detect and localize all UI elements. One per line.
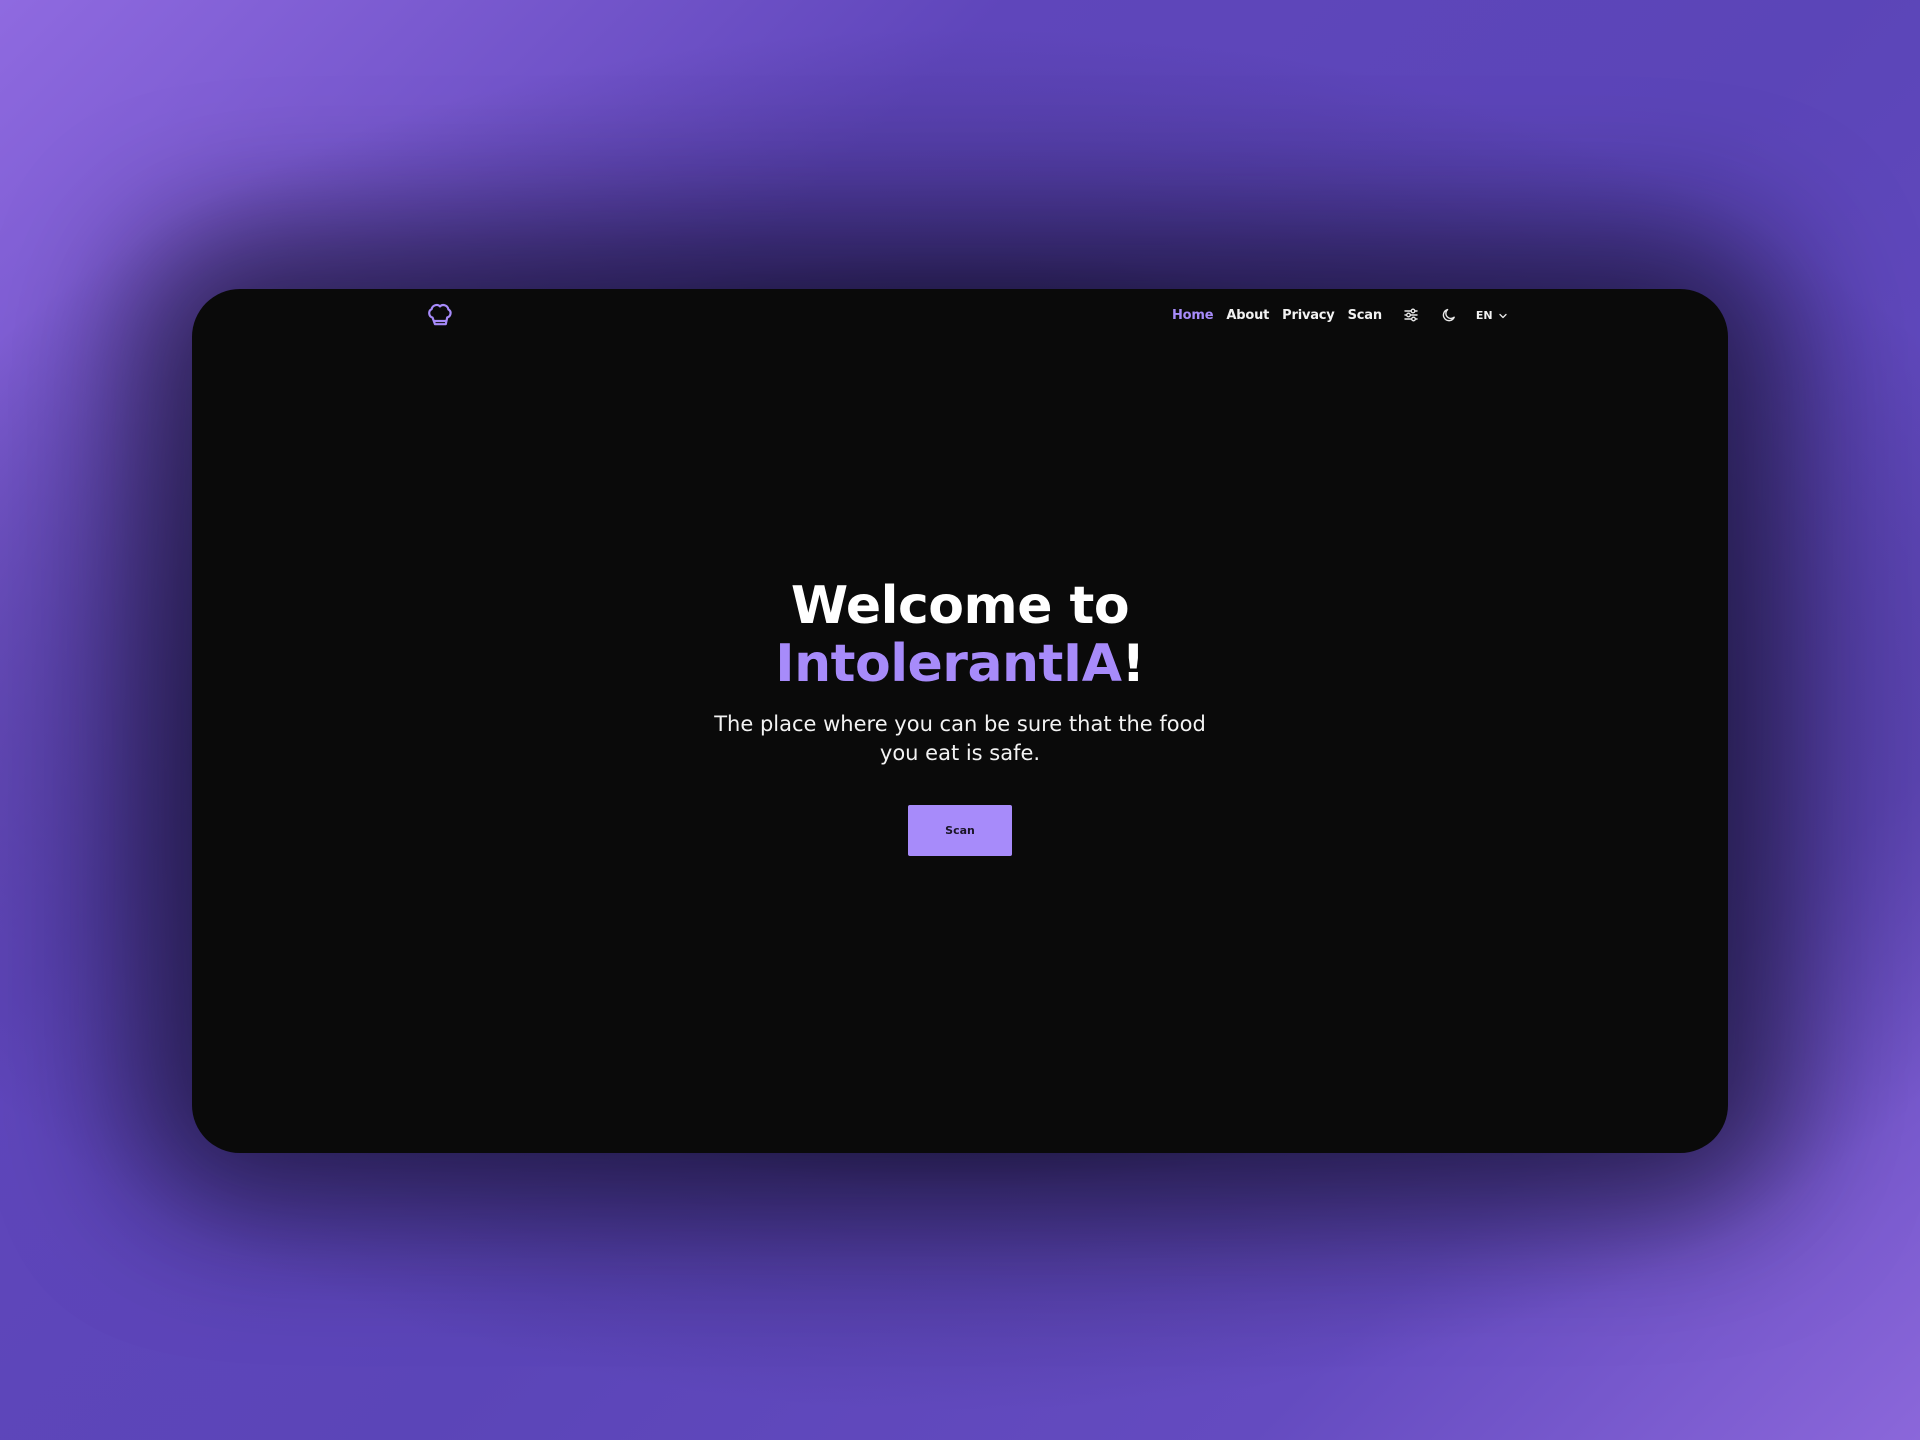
hero-title: Welcome to IntolerantIA! — [192, 577, 1728, 693]
hero-title-line1: Welcome to — [790, 576, 1130, 636]
navbar: Home About Privacy Scan EN — [192, 289, 1728, 343]
sliders-icon[interactable] — [1401, 305, 1421, 325]
hero-subtitle: The place where you can be sure that the… — [714, 712, 1206, 765]
chef-hat-icon[interactable] — [425, 300, 455, 330]
app-window: Home About Privacy Scan EN Welcome to In… — [192, 289, 1728, 1153]
hero-exclamation: ! — [1121, 634, 1146, 694]
brand-name: IntolerantIA — [775, 634, 1122, 694]
moon-icon[interactable] — [1439, 305, 1459, 325]
nav-link-privacy[interactable]: Privacy — [1282, 308, 1335, 323]
chevron-down-icon — [1498, 306, 1508, 325]
language-label: EN — [1475, 308, 1493, 322]
language-selector[interactable]: EN — [1476, 306, 1508, 325]
hero-section: Welcome to IntolerantIA! The place where… — [192, 577, 1728, 856]
nav-link-scan[interactable]: Scan — [1348, 308, 1382, 323]
scan-button[interactable]: Scan — [908, 805, 1012, 856]
nav-links: Home About Privacy Scan EN — [1172, 305, 1508, 325]
nav-link-home[interactable]: Home — [1172, 308, 1214, 323]
nav-link-about[interactable]: About — [1226, 308, 1269, 323]
